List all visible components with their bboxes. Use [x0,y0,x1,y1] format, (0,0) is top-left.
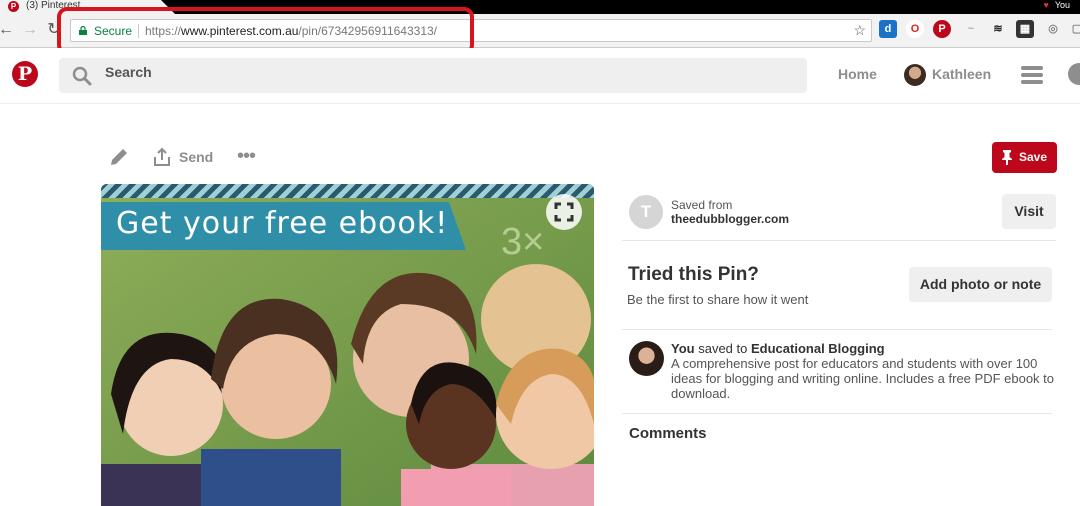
pinterest-logo-icon[interactable]: P [12,61,38,87]
divider [622,329,1052,330]
tried-pin-heading: Tried this Pin? [628,264,759,285]
send-button[interactable]: Send [179,149,213,165]
browser-profile[interactable]: ♥ You [1043,0,1070,12]
more-options-icon[interactable]: ••• [237,146,256,166]
messages-icon[interactable] [1068,63,1080,85]
profile-label: You [1054,0,1070,10]
menu-icon[interactable] [1021,66,1043,84]
svg-text:3×: 3× [501,221,544,263]
pinterest-favicon-icon: P [8,1,19,12]
search-icon [72,66,92,86]
saved-to-line: You saved to Educational Blogging [671,341,885,356]
save-label: Save [1019,150,1048,164]
back-icon[interactable]: ← [0,20,16,40]
layers-extension-icon[interactable]: ≋ [989,20,1007,38]
saver-avatar[interactable] [629,341,664,376]
saved-from-label: Saved from [671,198,733,212]
tried-pin-subtitle: Be the first to share how it went [627,292,809,307]
camera-extension-icon[interactable]: ◎ [1044,20,1062,38]
extension-icon[interactable]: ▢ [1068,20,1080,38]
search-input[interactable] [105,64,405,80]
chart-extension-icon[interactable]: ~ [962,20,980,38]
heart-icon: ♥ [1043,0,1049,10]
expand-image-button[interactable] [546,194,582,230]
film-extension-icon[interactable]: ▦ [1016,20,1034,38]
source-domain-link[interactable]: theedubblogger.com [671,212,789,226]
board-link[interactable]: Educational Blogging [751,341,885,356]
bookmark-star-icon[interactable]: ☆ [853,22,866,39]
share-icon[interactable] [153,147,171,167]
source-avatar[interactable]: T [629,195,663,229]
opera-extension-icon[interactable]: O [906,20,924,38]
divider [622,413,1052,414]
divider [622,240,1056,241]
stripe-border [101,184,594,198]
saved-to-text: saved to [698,341,748,356]
user-avatar[interactable] [904,64,926,86]
search-bar[interactable] [59,58,807,93]
pin-image[interactable]: 3× Get your free ebook! [101,184,594,506]
forward-icon[interactable]: → [20,20,40,40]
profile-link[interactable]: Kathleen [932,66,991,82]
expand-icon [554,202,574,222]
save-button[interactable]: Save [992,142,1057,173]
pushpin-icon [1002,150,1012,165]
home-link[interactable]: Home [838,66,877,82]
banner-text: Get your free ebook! [116,206,449,241]
edit-pencil-icon[interactable] [108,146,130,168]
saver-name[interactable]: You [671,341,695,356]
comments-heading: Comments [629,425,707,442]
pin-description: A comprehensive post for educators and s… [671,356,1055,401]
extension-d-icon[interactable]: d [879,20,897,38]
add-photo-button[interactable]: Add photo or note [909,267,1052,302]
pinterest-header: P Home Kathleen [0,48,1080,104]
pinterest-extension-icon[interactable]: P [933,20,951,38]
visit-button[interactable]: Visit [1002,194,1056,229]
